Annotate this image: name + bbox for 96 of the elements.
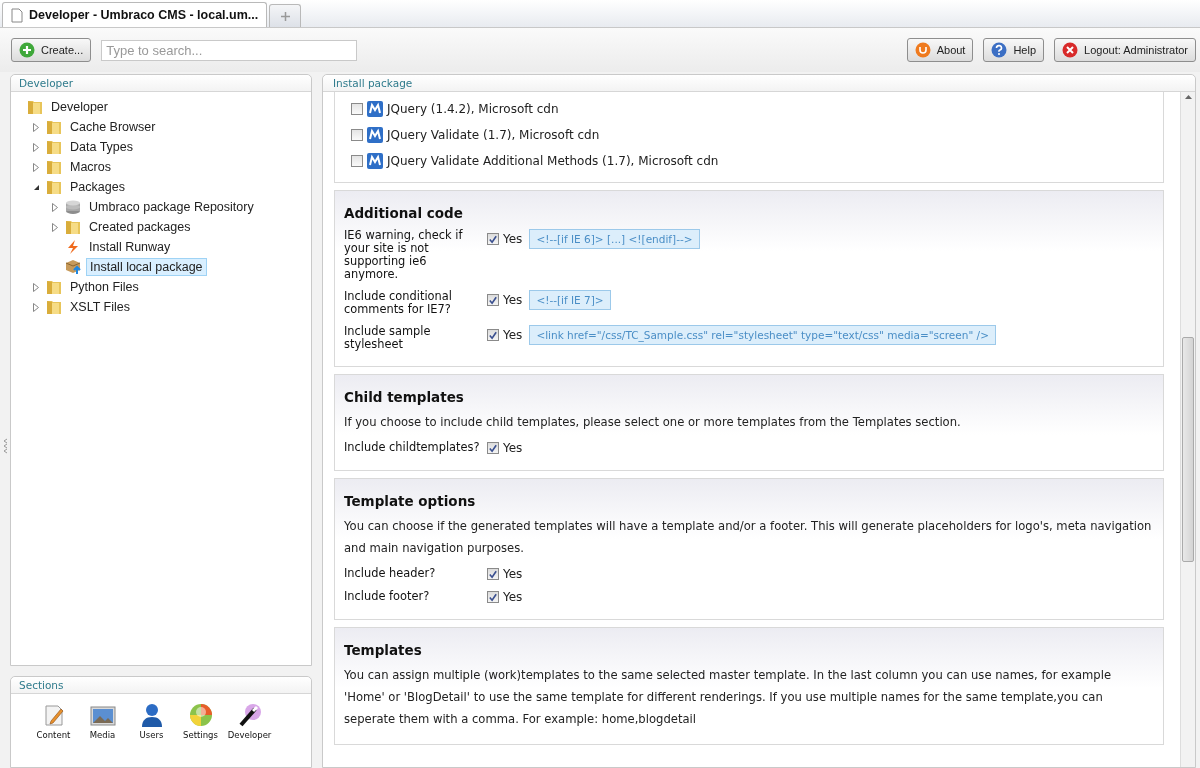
create-button[interactable]: Create...: [11, 38, 92, 62]
about-button[interactable]: About: [906, 38, 974, 62]
section-label[interactable]: Developer: [227, 730, 272, 740]
section-label[interactable]: Media: [89, 730, 116, 740]
library-icon: [367, 153, 383, 169]
folder-icon: [27, 99, 43, 115]
expand-arrow-icon[interactable]: [33, 162, 39, 172]
section-label[interactable]: Content: [36, 730, 71, 740]
tree-item[interactable]: Packages: [66, 178, 129, 196]
option-label: IE6 warning, check if your site is not supporting ie6 anymore.: [344, 227, 464, 281]
library-label: JQuery Validate Additional Methods (1.7), Microsoft cdn: [387, 154, 719, 168]
user-icon[interactable]: [140, 703, 163, 727]
power-icon: [914, 42, 931, 58]
checkbox[interactable]: [487, 442, 499, 454]
lightning-icon: [65, 239, 81, 255]
checkbox-label: Yes: [503, 441, 523, 455]
library-label: JQuery (1.4.2), Microsoft cdn: [387, 102, 559, 116]
tree-item[interactable]: Created packages: [85, 218, 195, 236]
expand-arrow-icon[interactable]: [52, 222, 58, 232]
option-label: Include footer?: [344, 588, 431, 603]
tab-title: Developer - Umbraco CMS - local.um...: [29, 8, 259, 22]
panel-title: Sections: [11, 677, 311, 694]
panel-title: Developer: [11, 75, 311, 92]
folder-icon: [46, 139, 62, 155]
database-icon: [65, 199, 81, 215]
checkbox-label: Yes: [503, 328, 523, 342]
expand-arrow-icon[interactable]: [52, 202, 58, 212]
option-label: Include conditional comments for IE7?: [344, 288, 453, 316]
help-icon: [991, 42, 1008, 58]
section-description: You can assign multiple (work)templates to the same selected master template. In the last column you can use names, for example 'Home' or 'BlogDetail' to use the same template for different renderings. If you use multiple names for the same template,you can seperate them with a comma. For example: home,blogdetail: [344, 667, 1112, 728]
tree-item[interactable]: Macros: [66, 158, 115, 176]
section-description: You can choose if the generated templates will have a template and/or a footer. This will generate placeholders for logo's, meta navigation and main navigation purposes.: [344, 518, 1153, 557]
picture-icon[interactable]: [89, 705, 116, 727]
folder-icon: [46, 159, 62, 175]
add-icon: [19, 42, 35, 58]
checkbox[interactable]: [487, 233, 499, 245]
section-heading: Child templates: [344, 389, 465, 405]
expand-arrow-icon[interactable]: [33, 282, 39, 292]
checkbox[interactable]: [351, 129, 363, 141]
plus-icon: [280, 11, 290, 21]
folder-icon: [46, 299, 62, 315]
code-snippet: <!--[if IE 7]>: [529, 290, 611, 310]
tree-item[interactable]: XSLT Files: [66, 298, 134, 316]
browser-tab[interactable]: Developer - Umbraco CMS - local.um...: [2, 2, 268, 27]
tree-item[interactable]: Developer: [47, 98, 112, 116]
checkbox[interactable]: [351, 103, 363, 115]
expanded-arrow-icon[interactable]: [32, 183, 40, 191]
library-label: JQuery Validate (1.7), Microsoft cdn: [387, 128, 600, 142]
checkbox-label: Yes: [503, 232, 523, 246]
folder-icon: [65, 219, 81, 235]
option-label: Include header?: [344, 565, 437, 580]
new-tab-button[interactable]: [269, 4, 302, 27]
section-heading: Templates: [344, 642, 423, 658]
close-icon: [1062, 42, 1079, 58]
option-label: Include sample stylesheet: [344, 323, 432, 351]
expand-arrow-icon[interactable]: [33, 142, 39, 152]
collapse-handle-icon[interactable]: [3, 438, 8, 454]
tree-item[interactable]: Cache Browser: [66, 118, 160, 136]
checkbox[interactable]: [487, 568, 499, 580]
color-ball-icon[interactable]: [188, 703, 213, 727]
folder-icon: [46, 179, 62, 195]
section-heading: Additional code: [344, 205, 464, 221]
section-label[interactable]: Users: [139, 730, 164, 740]
expand-arrow-icon[interactable]: [33, 302, 39, 312]
tree-item[interactable]: Umbraco package Repository: [85, 198, 258, 216]
library-icon: [367, 127, 383, 143]
checkbox[interactable]: [487, 294, 499, 306]
tree-item[interactable]: Data Types: [66, 138, 137, 156]
checkbox[interactable]: [487, 329, 499, 341]
checkbox[interactable]: [487, 591, 499, 603]
section-heading: Template options: [344, 493, 477, 509]
checkbox[interactable]: [351, 155, 363, 167]
library-icon: [367, 101, 383, 117]
scroll-up-arrow-icon[interactable]: [1184, 94, 1192, 99]
logout-button[interactable]: Logout: Administrator: [1054, 38, 1196, 62]
tree-item[interactable]: Install local package: [86, 258, 207, 276]
package-icon: [65, 259, 82, 275]
folder-icon: [46, 279, 62, 295]
tree-item[interactable]: Install Runway: [85, 238, 175, 256]
checkbox-label: Yes: [503, 293, 523, 307]
expand-arrow-icon[interactable]: [33, 122, 39, 132]
page-icon: [11, 7, 23, 23]
code-snippet: <!--[if IE 6]> [...] <![endif]-->: [529, 229, 700, 249]
scrollbar[interactable]: [1180, 92, 1195, 767]
help-button[interactable]: Help: [983, 38, 1045, 62]
search-field[interactable]: Type to search...: [101, 39, 358, 61]
tree-item[interactable]: Python Files: [66, 278, 143, 296]
option-label: Include childtemplates?: [344, 439, 481, 454]
section-label[interactable]: Settings: [183, 730, 218, 740]
checkbox-label: Yes: [503, 590, 523, 604]
code-snippet: <link href="/css/TC_Sample.css" rel="stylesheet" type="text/css" media="screen" />: [529, 325, 996, 345]
folder-icon: [46, 119, 62, 135]
checkbox-label: Yes: [503, 567, 523, 581]
panel-title: Install package: [323, 75, 1195, 92]
section-description: If you choose to include child templates, please select one or more templates from the Templates section.: [344, 414, 962, 431]
magic-wand-icon[interactable]: [237, 703, 262, 727]
